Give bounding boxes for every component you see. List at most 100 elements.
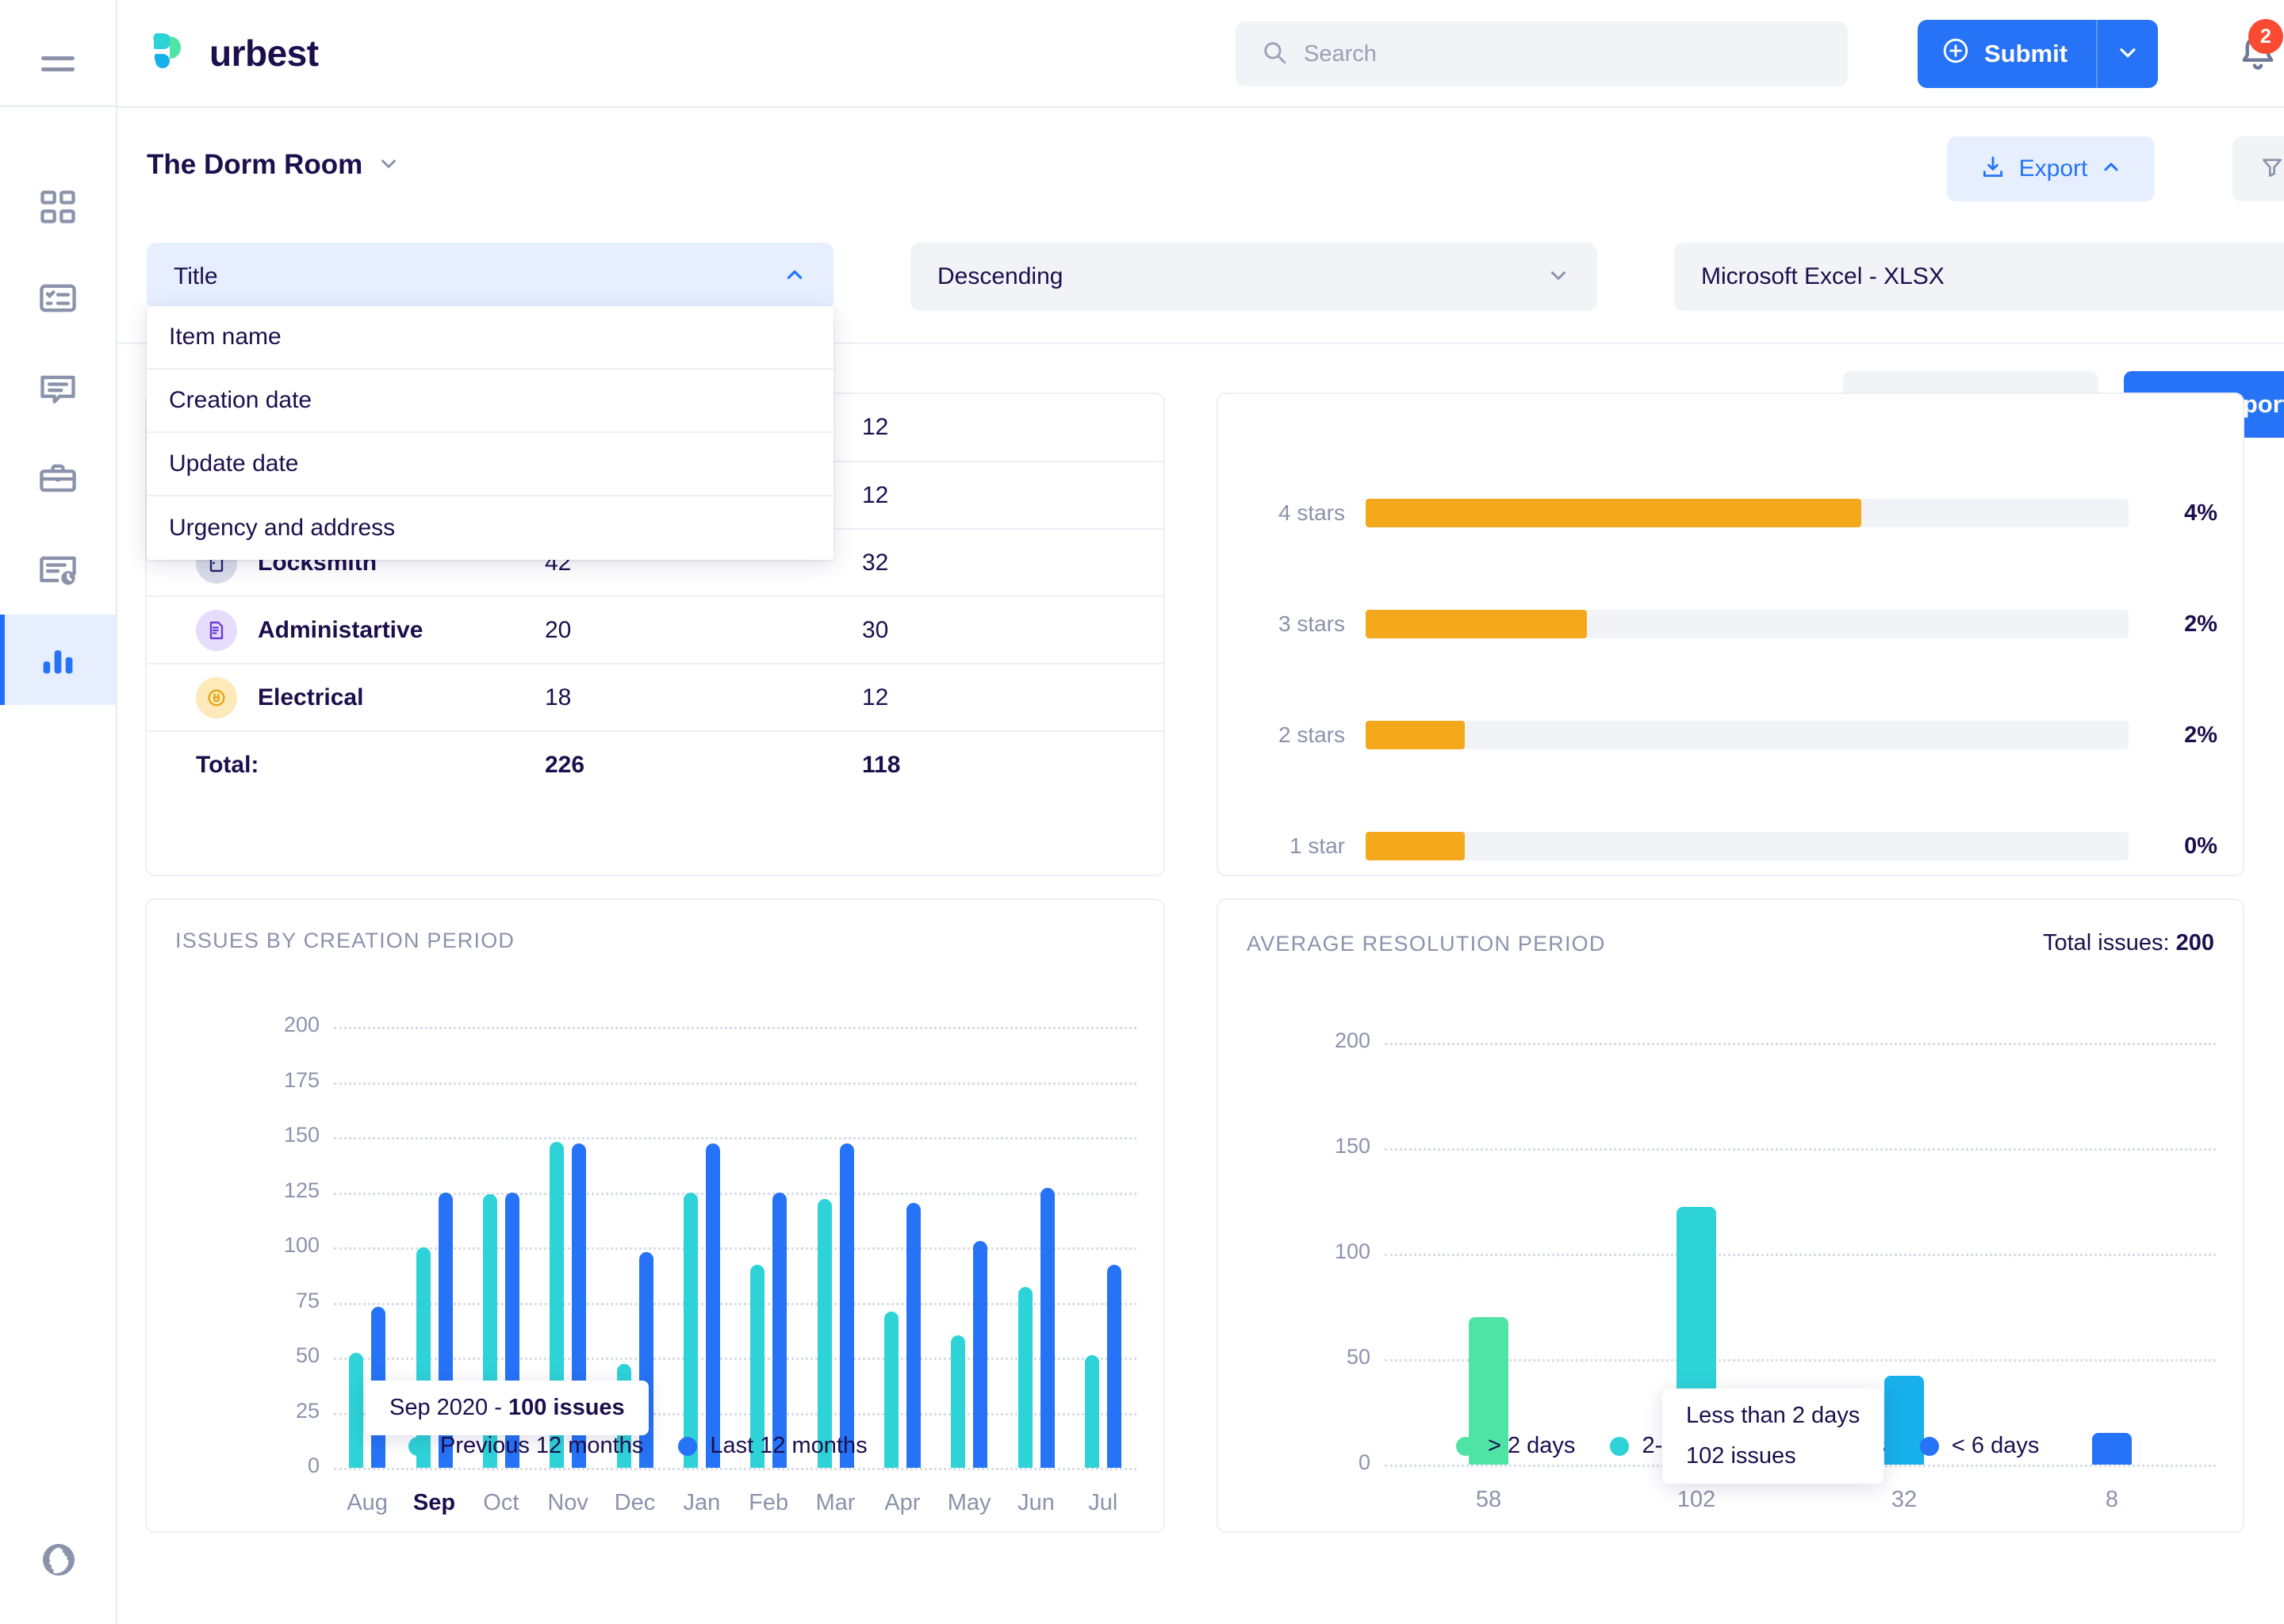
filter-icon [2259, 155, 2284, 184]
chart-bar[interactable] [1017, 1287, 1033, 1468]
category-value-b: 30 [862, 616, 889, 643]
y-axis-tick: 0 [1358, 1450, 1370, 1474]
export-format-select[interactable]: Microsoft Excel - XLSX [1674, 243, 2284, 311]
chevron-up-icon [783, 263, 807, 291]
document-clock-icon [37, 549, 79, 590]
x-axis-tick: 8 [2105, 1487, 2119, 1512]
issues-by-creation-period-card: ISSUES BY CREATION PERIOD 0 25 50 75 100 125 1… [145, 898, 1165, 1533]
star-rating-track [1366, 832, 2129, 860]
submit-button[interactable]: Submit [1918, 20, 2096, 88]
dropdown-option[interactable]: Creation date [147, 370, 834, 433]
chart-bar[interactable] [705, 1143, 720, 1468]
bell-icon [2235, 35, 2281, 79]
legend-color-dot [678, 1436, 698, 1456]
star-rating-track [1366, 610, 2129, 638]
star-rating-percent: 4% [2184, 500, 2217, 526]
gridline [334, 1082, 1136, 1085]
star-rating-label: 4 stars [1278, 500, 1345, 525]
sub-header: The Dorm Room Export [117, 108, 2284, 227]
category-value-a: 18 [545, 684, 572, 710]
hamburger-menu-icon[interactable] [34, 40, 82, 87]
globe-icon[interactable] [40, 1541, 78, 1583]
star-rating-fill [1366, 499, 1862, 527]
room-selector[interactable]: The Dorm Room [147, 149, 400, 181]
gridline [334, 1302, 1136, 1305]
legend-item[interactable]: Last 12 months [678, 1433, 868, 1459]
export-toggle-label: Export [2018, 155, 2088, 182]
category-value-b: 12 [862, 684, 889, 710]
export-field-dropdown-menu[interactable]: Item name Creation date Update date Urgency… [147, 306, 834, 560]
y-axis-tick: 200 [283, 1013, 320, 1036]
legend-item[interactable]: < 6 days [1919, 1433, 2040, 1459]
chat-icon [37, 368, 79, 409]
gridline [334, 1247, 1136, 1250]
sidebar-item-jobs[interactable] [0, 434, 117, 524]
chart-bar[interactable] [839, 1143, 854, 1468]
star-rating-track [1366, 721, 2129, 749]
chart-bar[interactable] [2092, 1433, 2132, 1465]
y-axis-tick: 125 [283, 1178, 320, 1202]
category-value-b: 12 [862, 414, 889, 440]
chart-bar[interactable] [1040, 1187, 1055, 1468]
dropdown-option[interactable]: Urgency and address [147, 496, 834, 560]
tooltip-label: Sep 2020 - [389, 1395, 508, 1420]
chart-bar[interactable] [349, 1353, 364, 1468]
chart-bar[interactable] [683, 1192, 698, 1468]
plus-circle-icon [1941, 36, 1970, 71]
legend-item[interactable]: Previous 12 months [408, 1433, 643, 1459]
star-rating-percent: 2% [2184, 722, 2217, 748]
chart-bar[interactable] [817, 1198, 832, 1468]
legend-item[interactable]: > 2 days [1456, 1433, 1575, 1459]
dropdown-option[interactable]: Update date [147, 433, 834, 496]
resolution-chart-tooltip: Less than 2 days 102 issues [1662, 1388, 1884, 1484]
chart-bar[interactable] [883, 1311, 899, 1468]
table-total-row: Total: 226 118 [147, 731, 1163, 799]
export-format-value: Microsoft Excel - XLSX [1701, 263, 1945, 289]
submit-dropdown-toggle[interactable] [2096, 20, 2158, 88]
star-rating-percent: 0% [2184, 833, 2217, 859]
star-rating-track [1366, 499, 2129, 527]
submit-button-group: Submit [1918, 20, 2159, 88]
dropdown-option[interactable]: Item name [147, 306, 834, 370]
gridline [1385, 1148, 2216, 1151]
sidebar-item-tasks[interactable] [0, 253, 117, 343]
export-order-select[interactable]: Descending [910, 243, 1597, 311]
brand-logo[interactable]: urbest [146, 29, 319, 78]
chart-bar[interactable] [772, 1192, 788, 1468]
table-row[interactable]: Administartive 20 30 [147, 596, 1163, 664]
issues-chart-tooltip: Sep 2020 - 100 issues [366, 1381, 649, 1435]
category-cell: Electrical [147, 664, 513, 731]
category-value-b: 12 [862, 481, 889, 508]
sidebar-item-messages[interactable] [0, 343, 117, 434]
total-value-b: 118 [862, 752, 901, 778]
category-icon [196, 609, 237, 651]
sidebar-item-analytics[interactable] [0, 615, 117, 705]
export-field-select[interactable]: Title [147, 243, 834, 311]
chart-bar[interactable] [1106, 1265, 1121, 1468]
star-rating-row: 1 star 0% [1218, 822, 2246, 870]
star-rating-fill [1366, 721, 1466, 749]
legend-label: < 6 days [1951, 1433, 2040, 1458]
star-rating-row: 4 stars 4% [1218, 489, 2246, 537]
search-input[interactable]: Search [1236, 21, 1848, 86]
sidebar-item-dashboard[interactable] [0, 163, 117, 253]
notification-badge: 2 [2248, 19, 2283, 54]
star-rating-fill [1366, 610, 1587, 638]
chart-bar[interactable] [973, 1240, 988, 1468]
category-label: Electrical [258, 684, 364, 710]
sidebar-item-history[interactable] [0, 524, 117, 615]
star-ratings-card: 4 stars 4% 3 stars 2% 2 stars 2% 1 star 0% [1217, 393, 2244, 876]
export-toggle-button[interactable]: Export [1947, 136, 2155, 201]
filter-button[interactable]: Filter [2232, 136, 2284, 201]
chart-bar[interactable] [906, 1203, 921, 1468]
star-rating-row: 2 stars 2% [1218, 711, 2246, 759]
y-axis-tick: 100 [283, 1233, 320, 1257]
x-axis-tick: 32 [1891, 1487, 1918, 1512]
left-sidebar [0, 0, 117, 1624]
chart-bar[interactable] [1084, 1355, 1099, 1468]
table-row[interactable]: Electrical 18 12 [147, 664, 1163, 731]
y-axis-tick: 25 [295, 1398, 320, 1423]
chart-bar[interactable] [951, 1335, 966, 1468]
search-placeholder: Search [1304, 40, 1377, 67]
category-value-b: 32 [862, 549, 889, 576]
